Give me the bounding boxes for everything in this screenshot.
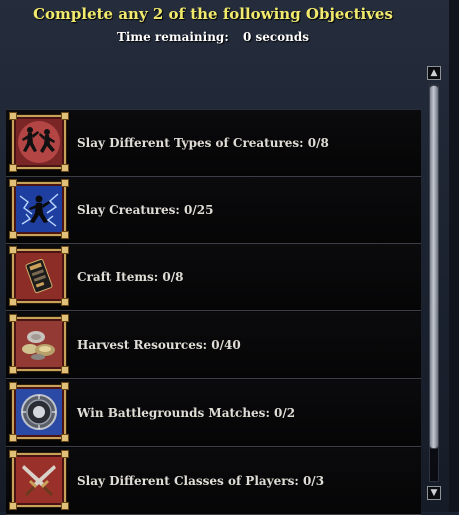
scroll-up-button[interactable]: ▲: [427, 66, 441, 80]
objective-label: Craft Items: 0/8: [77, 270, 184, 284]
dancing-figures-icon: [9, 112, 69, 172]
crossed-daggers-icon: [9, 450, 69, 510]
time-remaining-label: Time remaining:: [116, 30, 229, 44]
objective-row[interactable]: Slay Different Types of Creatures: 0/8: [6, 110, 421, 177]
scroll-thumb[interactable]: [429, 85, 439, 449]
objective-scrollbar[interactable]: ▲ ▼: [425, 64, 445, 504]
lightning-creature-icon: [9, 179, 69, 239]
harvest-icon: [9, 314, 69, 374]
objective-row[interactable]: Craft Items: 0/8: [6, 244, 421, 311]
objective-label: Win Battlegrounds Matches: 0/2: [77, 406, 296, 420]
objective-row[interactable]: Slay Different Classes of Players: 0/3: [6, 448, 421, 515]
window-edge: [449, 0, 459, 512]
time-remaining-value: 0 seconds: [242, 30, 310, 44]
objective-label: Slay Creatures: 0/25: [77, 203, 214, 217]
objective-list: Slay Different Types of Creatures: 0/8 S…: [6, 109, 421, 515]
scroll-down-button[interactable]: ▼: [427, 486, 441, 500]
objective-row[interactable]: Slay Creatures: 0/25: [6, 177, 421, 244]
objective-row[interactable]: Win Battlegrounds Matches: 0/2: [6, 380, 421, 447]
objective-label: Slay Different Types of Creatures: 0/8: [77, 136, 329, 150]
time-remaining: Time remaining: 0 seconds: [0, 30, 426, 44]
battleground-medal-icon: [9, 382, 69, 442]
scroll-track[interactable]: [429, 84, 439, 482]
objective-row[interactable]: Harvest Resources: 0/40: [6, 312, 421, 379]
objective-label: Harvest Resources: 0/40: [77, 338, 241, 352]
crafting-icon: [9, 246, 69, 306]
objectives-window: Complete any 2 of the following Objectiv…: [0, 0, 459, 515]
objective-label: Slay Different Classes of Players: 0/3: [77, 474, 325, 488]
objectives-title: Complete any 2 of the following Objectiv…: [33, 5, 393, 23]
